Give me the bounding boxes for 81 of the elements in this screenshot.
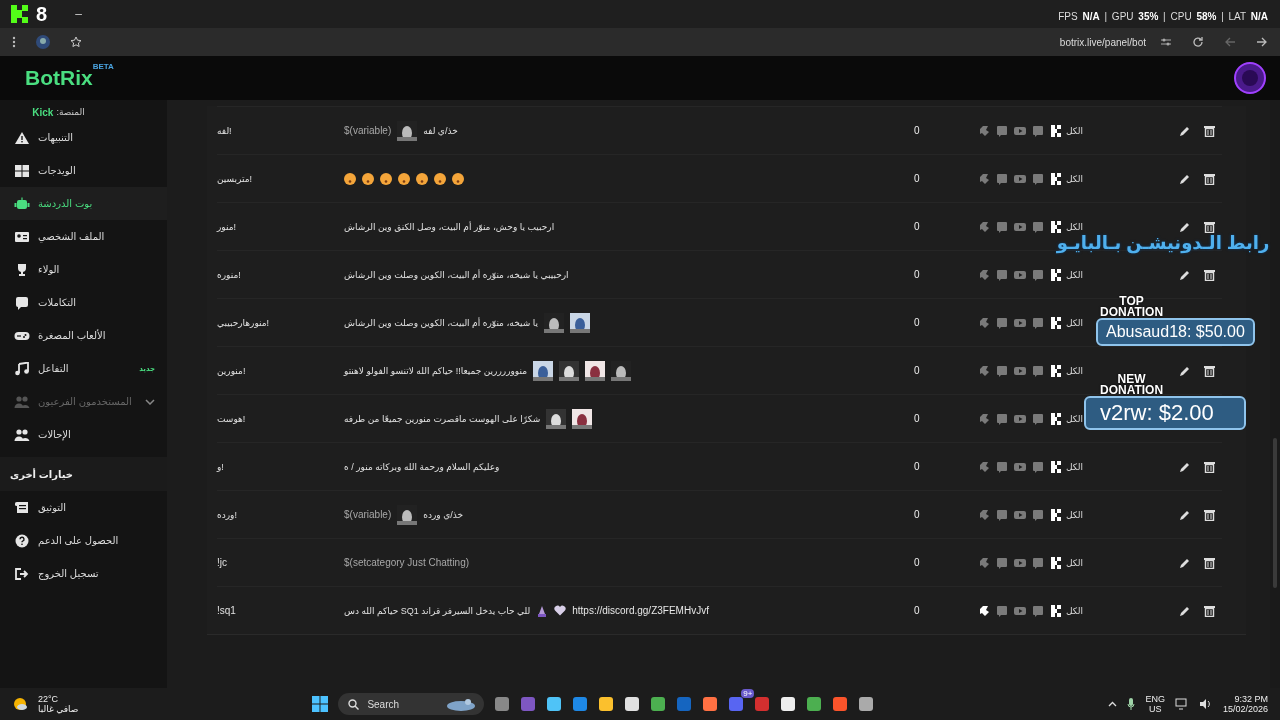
variable-text: $(variable): [344, 509, 392, 520]
region-text[interactable]: US: [1148, 704, 1162, 715]
command-cell-text: !ورده: [217, 509, 238, 520]
response-text: ارحبيب يا وحش، منوّر أم البيت، وصل الكنق وين الرشاش: [344, 221, 555, 232]
scope-text: الكل: [1066, 413, 1085, 424]
variable-text: $(setcategory Just Chatting): [344, 557, 470, 568]
command-cell-text: !منوره: [217, 269, 242, 280]
scope-text: الكل: [1066, 605, 1085, 616]
uses-count: 0: [914, 605, 921, 616]
uses-count: 0: [914, 317, 921, 328]
donation-title: NEW: [1117, 374, 1146, 385]
sidebar-item[interactable]: التكاملات: [0, 286, 167, 319]
donation-title: DONATION: [1100, 307, 1164, 318]
command-cell-text: !هوست: [217, 413, 247, 424]
response-text: يا شيخه، منوّره أم البيت، الكوين وصلت وين الرشاش: [344, 317, 538, 328]
weather-text: صافي غالبا: [38, 704, 79, 715]
sidebar-item[interactable]: الحصول على الدعم: [0, 524, 167, 557]
uses-count: 0: [914, 125, 921, 136]
date-text[interactable]: 15/02/2026: [1222, 704, 1268, 715]
platform-label: المنصة:: [56, 107, 85, 117]
sidebar-item[interactable]: التوثيق: [0, 491, 167, 524]
scope-text: الكل: [1066, 125, 1085, 136]
uses-count: 0: [914, 221, 921, 232]
scope-text: الكل: [1066, 461, 1085, 472]
scope-text: الكل: [1066, 317, 1085, 328]
variable-text: $(variable): [344, 125, 392, 136]
banner-overlay: رابط الـدونيشـن بـالبايـو: [1056, 232, 1270, 254]
notification-badge: 9+: [741, 689, 755, 698]
sidebar-item[interactable]: الملف الشخصي: [0, 220, 167, 253]
uses-count: 0: [914, 413, 921, 424]
scope-text: الكل: [1066, 509, 1085, 520]
minimize-button[interactable]: –: [75, 7, 82, 21]
scope-text: الكل: [1066, 221, 1085, 232]
command-cell-text: !متربسين: [217, 173, 254, 184]
logo[interactable]: BotRix: [25, 66, 93, 90]
scope-text: الكل: [1066, 269, 1085, 280]
donation-toast: v2rw: $2.00: [1084, 396, 1246, 430]
donation-title: TOP: [1119, 296, 1144, 307]
section-header: خيارات أخرى: [0, 457, 167, 491]
command-cell-text: !sq1: [217, 605, 237, 616]
scope-text: الكل: [1066, 557, 1085, 568]
response-text: خذ/ي ورده: [423, 509, 463, 520]
beta-label: BETA: [92, 62, 114, 71]
command-cell-text: !منورين: [217, 365, 247, 376]
uses-count: 0: [914, 269, 921, 280]
temperature-text: 22°C: [38, 693, 60, 704]
sidebar-item[interactable]: التنبيهات: [0, 121, 167, 154]
command-cell-text: !منورهارحبيبي: [217, 317, 271, 328]
sidebar-item[interactable]: الإحالات: [0, 418, 167, 451]
response-text: منووررررين جميعا!! حياكم الله لاتنسو الفولو لاهنتو: [344, 365, 527, 376]
sidebar-item[interactable]: تسجيل الخروج: [0, 557, 167, 590]
url-text[interactable]: botrix.live/panel/bot: [1059, 36, 1146, 48]
donation-toast: Abusaud18: $50.00: [1096, 318, 1255, 346]
link[interactable]: https://discord.gg/Z3FEMHvJvf: [572, 605, 709, 616]
response-text: شكرًا على الهوست ماقصرت منورين جميعًا من طرفه: [344, 413, 541, 424]
platform-value: Kick: [32, 106, 54, 118]
response-text: للي حاب يدخل السيرفر قراند SQ1 حياكم الله دس: [344, 605, 531, 616]
stats-overlay: FPS N/A | GPU 35% | CPU 58% | LAT N/A: [1058, 11, 1268, 22]
language-text[interactable]: ENG: [1145, 693, 1165, 704]
response-text: وعليكم السلام ورحمة الله وبركاته منور / ه: [344, 461, 500, 472]
uses-count: 0: [914, 461, 921, 472]
scope-text: الكل: [1066, 365, 1085, 376]
scope-text: الكل: [1066, 173, 1085, 184]
uses-count: 0: [914, 509, 921, 520]
response-text: ارحبيبي يا شيخه، منوّره أم البيت، الكوين وصلت وين الرشاش: [344, 269, 569, 280]
response-text: خذ/ي لفه: [423, 125, 458, 136]
command-cell-text: !منور: [217, 221, 238, 232]
search-field[interactable]: Search: [338, 693, 485, 715]
uses-count: 0: [914, 365, 921, 376]
command-cell-text: !jc: [217, 557, 228, 568]
logo-number: 8: [36, 2, 48, 26]
sidebar-item[interactable]: بوت الدردشة: [0, 187, 167, 220]
sidebar-item[interactable]: الويدجات: [0, 154, 167, 187]
uses-count: 0: [914, 557, 921, 568]
donation-title: DONATION: [1100, 385, 1164, 396]
time-text[interactable]: 9:32 PM: [1234, 693, 1268, 704]
command-cell-text: !لفه: [217, 125, 233, 136]
sidebar-item[interactable]: الولاء: [0, 253, 167, 286]
sidebar-item[interactable]: الألعاب المصغرة: [0, 319, 167, 352]
command-cell-text: !و: [217, 461, 225, 472]
uses-count: 0: [914, 173, 921, 184]
